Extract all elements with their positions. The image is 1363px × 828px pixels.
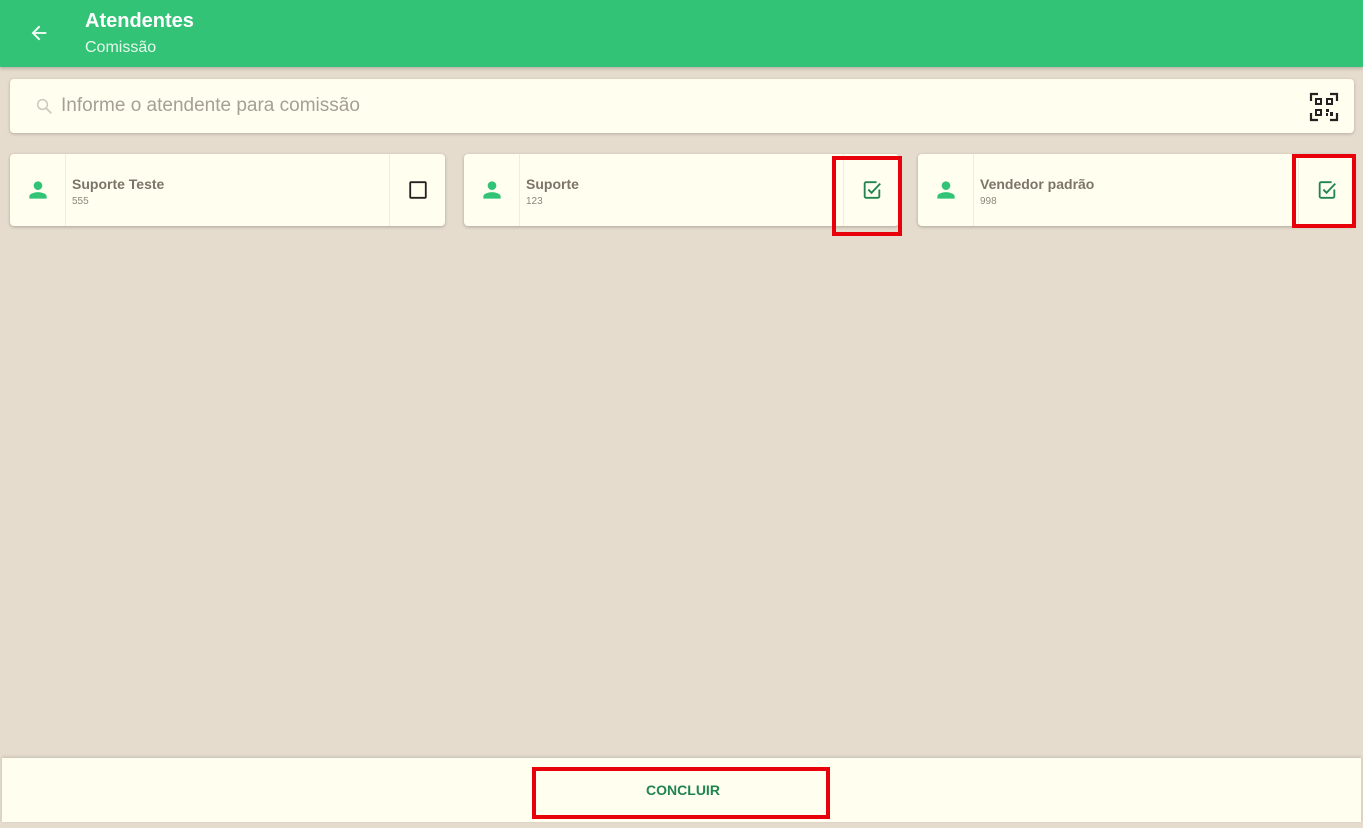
- search-icon: [36, 98, 52, 114]
- qr-scan-button[interactable]: [1307, 90, 1341, 124]
- attendant-checkbox[interactable]: [843, 154, 899, 226]
- attendant-code: 123: [526, 196, 543, 207]
- attendant-card[interactable]: Vendedor padrão 998: [918, 154, 1354, 226]
- concluir-button[interactable]: CONCLUIR: [538, 770, 828, 810]
- search-bar: [10, 79, 1354, 133]
- avatar: [918, 154, 974, 226]
- checkbox-checked-icon: [863, 181, 881, 199]
- footer-bar: CONCLUIR: [2, 758, 1361, 822]
- attendant-checkbox[interactable]: [389, 154, 445, 226]
- qr-code-scanner-icon: [1309, 92, 1339, 122]
- attendant-name: Vendedor padrão: [980, 176, 1095, 192]
- person-icon: [936, 181, 955, 199]
- attendant-code: 555: [72, 196, 89, 207]
- page-subtitle: Comissão: [85, 39, 157, 56]
- back-button[interactable]: [20, 14, 58, 52]
- app-bar: Atendentes Comissão: [0, 0, 1363, 67]
- attendant-card[interactable]: Suporte 123: [464, 154, 899, 226]
- attendant-name: Suporte: [526, 176, 579, 192]
- search-input[interactable]: [61, 91, 1281, 121]
- checkbox-unchecked-icon: [408, 181, 427, 199]
- person-icon: [28, 181, 47, 199]
- checkbox-checked-icon: [1318, 181, 1336, 199]
- arrow-left-icon: [31, 25, 47, 41]
- attendant-checkbox[interactable]: [1298, 154, 1354, 226]
- avatar: [10, 154, 66, 226]
- person-icon: [482, 181, 501, 199]
- attendant-name: Suporte Teste: [72, 176, 165, 192]
- page-title: Atendentes: [85, 10, 194, 32]
- attendant-card[interactable]: Suporte Teste 555: [10, 154, 445, 226]
- attendant-code: 998: [980, 196, 997, 207]
- avatar: [464, 154, 520, 226]
